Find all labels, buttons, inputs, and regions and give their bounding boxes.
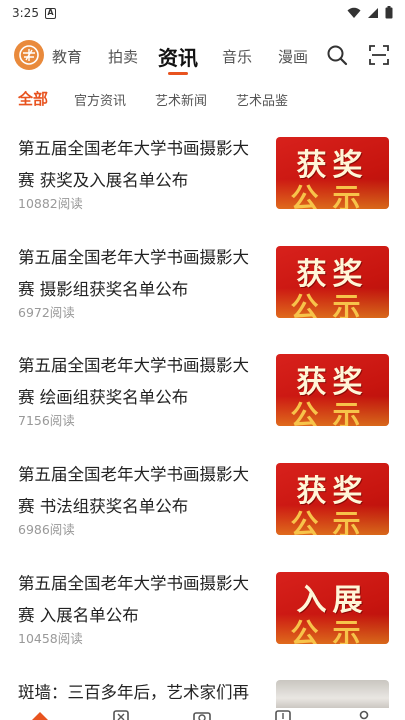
article-read-count: 10458阅读 <box>18 631 83 646</box>
signal-icon <box>368 7 378 18</box>
home-icon[interactable] <box>31 710 49 720</box>
thumbnail-text-bottom: 公示 <box>290 508 375 535</box>
tab-music[interactable]: 音乐 <box>222 46 252 67</box>
tab-news[interactable]: 资讯 <box>158 42 198 71</box>
article-read-count: 6986阅读 <box>18 522 75 537</box>
article-item[interactable]: 第五届全国老年大学书画摄影大赛 绘画组获奖名单公布 7156阅读 获奖 公示 <box>0 350 405 458</box>
article-title[interactable]: 第五届全国老年大学书画摄影大赛 绘画组获奖名单公布 <box>18 350 264 414</box>
download-icon[interactable] <box>274 710 292 720</box>
article-title[interactable]: 第五届全国老年大学书画摄影大赛 书法组获奖名单公布 <box>18 459 264 523</box>
tab-comics[interactable]: 漫画 <box>278 46 308 67</box>
article-read-count: 7156阅读 <box>18 413 75 428</box>
search-icon[interactable] <box>324 42 350 68</box>
article-thumbnail[interactable]: 入展 公示 <box>276 572 389 644</box>
sub-tab-art-appreciation[interactable]: 艺术品鉴 <box>236 90 288 109</box>
article-title[interactable]: 第五届全国老年大学书画摄影大赛 摄影组获奖名单公布 <box>18 242 264 306</box>
article-read-count: 10882阅读 <box>18 196 83 211</box>
profile-icon[interactable] <box>355 710 373 720</box>
tab-education[interactable]: 教育 <box>52 46 82 67</box>
thumbnail-text-bottom: 公示 <box>290 617 375 644</box>
sub-tab-art-news[interactable]: 艺术新闻 <box>155 90 207 109</box>
status-time: 3:25 <box>12 6 39 20</box>
sub-tab-all[interactable]: 全部 <box>18 88 48 109</box>
active-tab-indicator <box>168 72 188 75</box>
battery-icon <box>385 6 393 19</box>
article-thumbnail[interactable]: 获奖 公示 <box>276 463 389 535</box>
app-logo-icon[interactable] <box>14 40 44 70</box>
status-bar: 3:25 A <box>0 0 405 26</box>
article-thumbnail[interactable]: 获奖 公示 <box>276 246 389 318</box>
article-item[interactable]: 第五届全国老年大学书画摄影大赛 获奖及入展名单公布 10882阅读 获奖 公示 <box>0 133 405 241</box>
article-title[interactable]: 斑墙：三百多年后，艺术家们再 <box>18 677 278 709</box>
bottom-nav <box>0 708 405 720</box>
news-icon[interactable] <box>112 710 130 720</box>
wifi-icon <box>347 7 361 18</box>
article-title[interactable]: 第五届全国老年大学书画摄影大赛 入展名单公布 <box>18 568 264 632</box>
article-thumbnail[interactable]: 获奖 公示 <box>276 354 389 426</box>
sub-tabs: 全部 官方资讯 艺术新闻 艺术品鉴 <box>0 88 405 112</box>
status-icons <box>347 6 393 19</box>
sub-tab-official-news[interactable]: 官方资讯 <box>74 90 126 109</box>
notification-badge-icon: A <box>44 7 56 19</box>
article-item[interactable]: 第五届全国老年大学书画摄影大赛 入展名单公布 10458阅读 入展 公示 <box>0 568 405 676</box>
scan-icon[interactable] <box>366 42 392 68</box>
tab-auction[interactable]: 拍卖 <box>108 46 138 67</box>
article-title[interactable]: 第五届全国老年大学书画摄影大赛 获奖及入展名单公布 <box>18 133 264 197</box>
article-item[interactable]: 第五届全国老年大学书画摄影大赛 摄影组获奖名单公布 6972阅读 获奖 公示 <box>0 242 405 350</box>
article-item[interactable]: 第五届全国老年大学书画摄影大赛 书法组获奖名单公布 6986阅读 获奖 公示 <box>0 459 405 567</box>
thumbnail-text-bottom: 公示 <box>290 291 375 318</box>
top-nav: 教育 拍卖 资讯 音乐 漫画 <box>0 34 405 78</box>
article-read-count: 6972阅读 <box>18 305 75 320</box>
thumbnail-text-bottom: 公示 <box>290 182 375 209</box>
article-thumbnail[interactable]: 获奖 公示 <box>276 137 389 209</box>
thumbnail-text-bottom: 公示 <box>290 399 375 426</box>
camera-icon[interactable] <box>193 710 211 720</box>
